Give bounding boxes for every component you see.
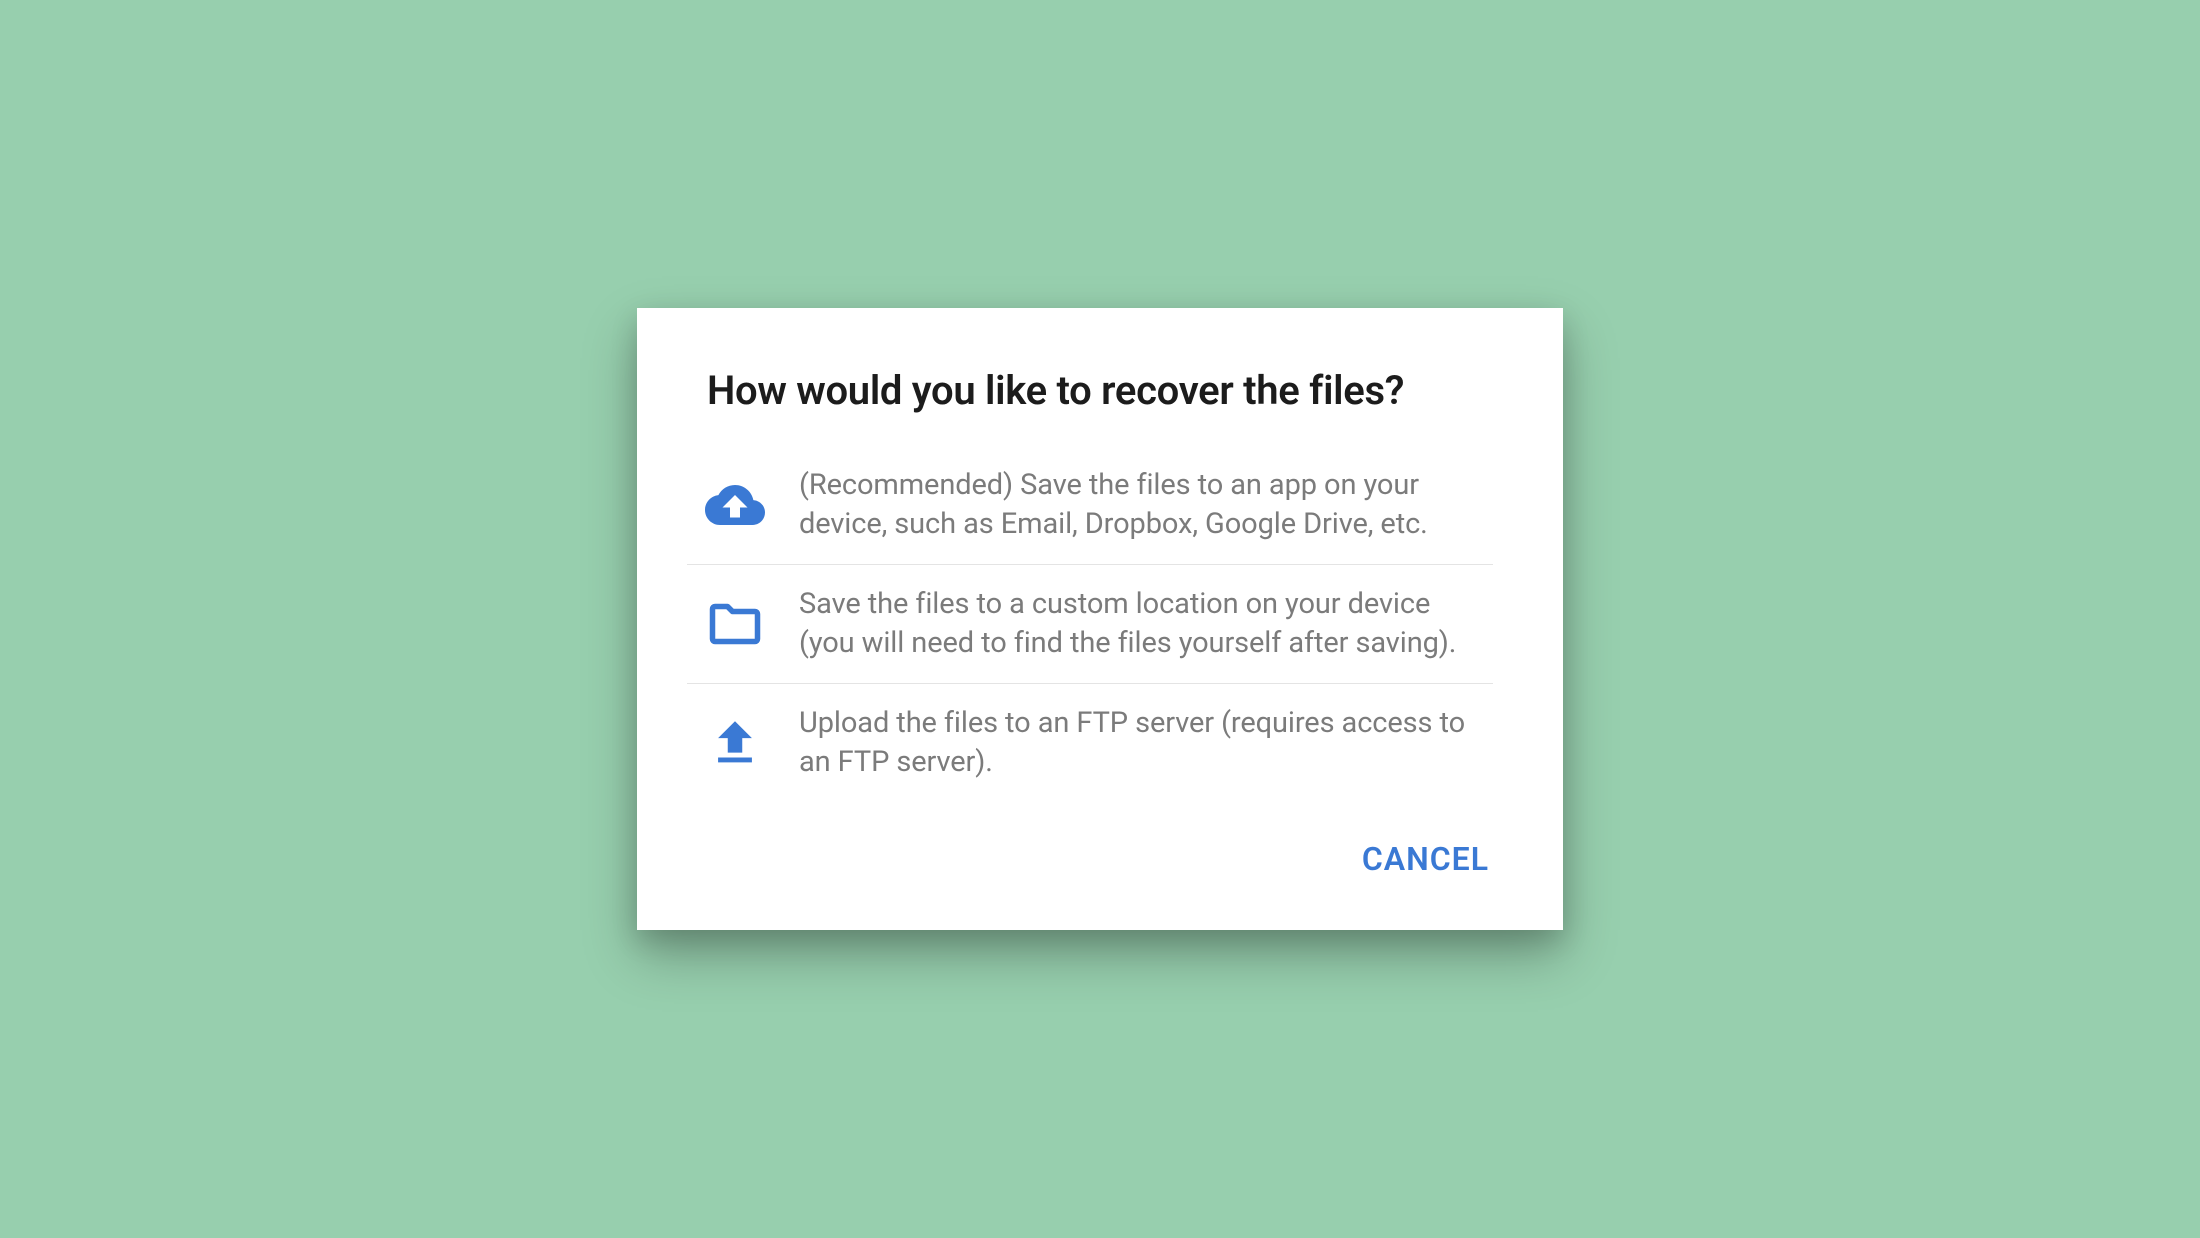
option-save-custom-location[interactable]: Save the files to a custom location on y… <box>687 565 1493 684</box>
option-text: (Recommended) Save the files to an app o… <box>799 466 1475 544</box>
option-save-to-app[interactable]: (Recommended) Save the files to an app o… <box>687 446 1493 565</box>
folder-icon <box>705 594 765 654</box>
recovery-dialog: How would you like to recover the files?… <box>637 308 1563 931</box>
cloud-upload-icon <box>705 475 765 535</box>
option-list: (Recommended) Save the files to an app o… <box>637 446 1563 803</box>
option-text: Upload the files to an FTP server (requi… <box>799 704 1475 782</box>
dialog-footer: CANCEL <box>637 802 1563 930</box>
dialog-title: How would you like to recover the files? <box>637 308 1563 446</box>
option-upload-ftp[interactable]: Upload the files to an FTP server (requi… <box>687 684 1493 802</box>
cancel-button[interactable]: CANCEL <box>1358 832 1493 886</box>
option-text: Save the files to a custom location on y… <box>799 585 1475 663</box>
upload-icon <box>705 713 765 773</box>
